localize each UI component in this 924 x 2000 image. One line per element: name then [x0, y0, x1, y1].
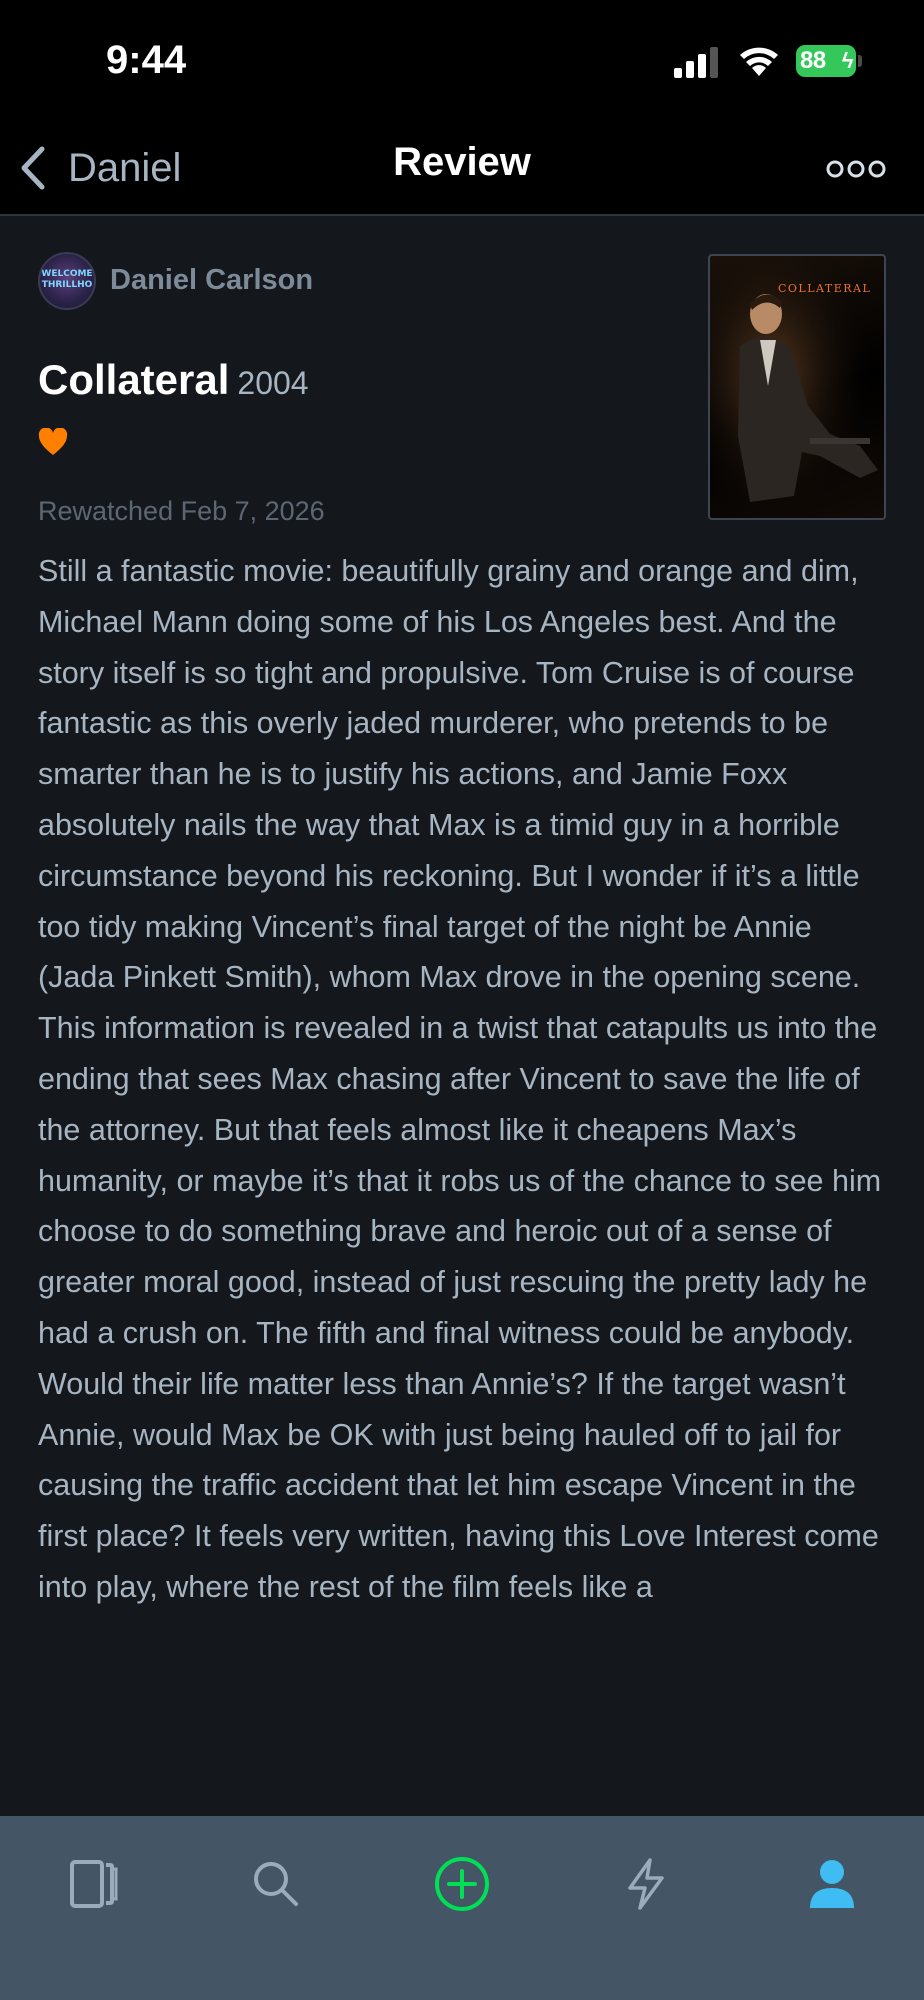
- lightning-icon: [628, 1858, 664, 1910]
- tab-films[interactable]: [52, 1844, 132, 1924]
- watched-date: Rewatched Feb 7, 2026: [38, 496, 325, 526]
- wifi-icon: [740, 47, 778, 76]
- tab-search[interactable]: [236, 1844, 316, 1924]
- film-title-row[interactable]: Collateral 2004: [38, 356, 309, 404]
- battery-indicator: 88 ϟ: [796, 45, 856, 77]
- status-time: 9:44: [106, 38, 187, 82]
- tab-activity[interactable]: [606, 1844, 686, 1924]
- battery-level: 88: [800, 47, 826, 74]
- status-bar: 9:44 88 ϟ: [0, 0, 924, 120]
- review-screen: 9:44 88 ϟ Daniel Review WELCOME THRILLHO…: [0, 0, 924, 2000]
- search-icon: [254, 1862, 298, 1906]
- avatar[interactable]: WELCOME THRILLHO: [38, 252, 96, 310]
- tab-bar: [0, 1816, 924, 2000]
- films-icon: [70, 1860, 118, 1908]
- review-content: WELCOME THRILLHO Daniel Carlson Collater…: [0, 218, 924, 1816]
- tab-add[interactable]: [422, 1844, 502, 1924]
- author-name[interactable]: Daniel Carlson: [110, 264, 313, 297]
- film-poster[interactable]: COLLATERAL: [708, 254, 886, 520]
- heart-icon: [38, 428, 68, 455]
- review-body: Still a fantastic movie: beautifully gra…: [38, 554, 882, 1604]
- add-circle-icon: [435, 1857, 489, 1911]
- navigation-bar: Daniel Review: [0, 120, 924, 216]
- battery-nub: [858, 55, 862, 67]
- charging-bolt-icon: ϟ: [841, 48, 854, 73]
- film-year[interactable]: 2004: [237, 365, 308, 402]
- person-icon: [810, 1860, 854, 1908]
- film-title[interactable]: Collateral: [38, 356, 229, 404]
- avatar-text: WELCOME THRILLHO: [41, 269, 93, 290]
- cellular-signal-icon: [674, 47, 718, 78]
- tab-profile[interactable]: [792, 1844, 872, 1924]
- poster-image: [710, 256, 884, 518]
- poster-title: COLLATERAL: [778, 282, 872, 295]
- page-title: Review: [393, 140, 531, 184]
- more-options-icon[interactable]: [826, 154, 886, 184]
